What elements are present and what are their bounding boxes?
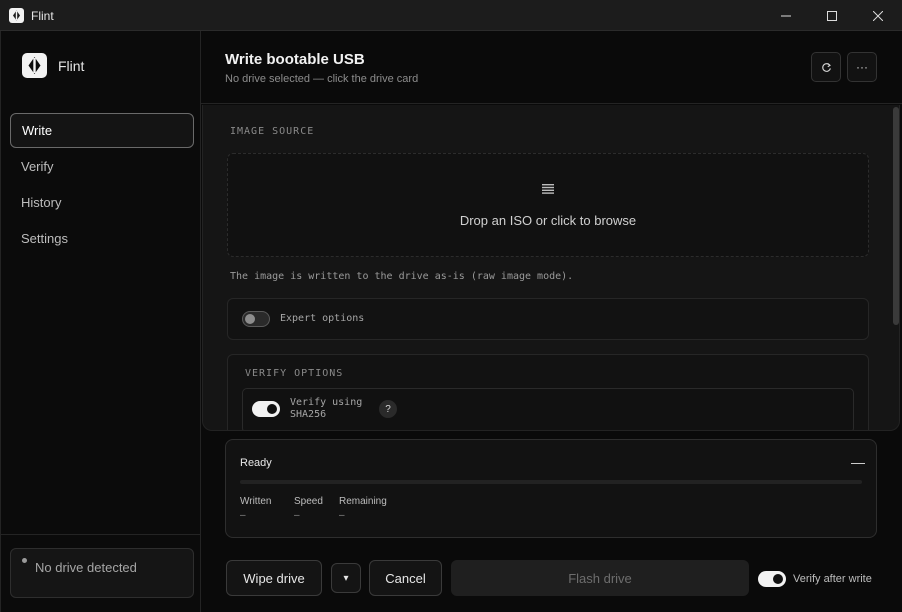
stat-value: – bbox=[240, 510, 246, 521]
verify-options-card: VERIFY OPTIONS Verify using SHA256 ? bbox=[227, 354, 869, 430]
brand-logo-icon bbox=[22, 53, 47, 78]
refresh-button[interactable] bbox=[811, 52, 841, 82]
stat-written: Written – bbox=[240, 496, 272, 521]
verify-sha-row: Verify using SHA256 ? bbox=[242, 388, 854, 430]
footer-actions: Wipe drive ▾ Cancel Flash drive Verify a… bbox=[201, 548, 902, 612]
sidebar-item-label: History bbox=[21, 195, 62, 210]
verify-sha-label-line1: Verify using bbox=[290, 397, 363, 408]
wipe-options-dropdown[interactable]: ▾ bbox=[331, 563, 361, 593]
sidebar-item-label: Settings bbox=[21, 231, 68, 246]
expert-options-label: Expert options bbox=[280, 313, 365, 324]
content-panel: IMAGE SOURCE Drop an ISO or click to bro… bbox=[202, 105, 900, 431]
drive-status-card[interactable]: No drive detected bbox=[10, 548, 194, 598]
sidebar-item-verify[interactable]: Verify bbox=[10, 149, 194, 184]
minimize-button[interactable] bbox=[763, 0, 809, 31]
verify-sha-label: Verify using SHA256 bbox=[290, 397, 380, 421]
refresh-icon bbox=[821, 62, 831, 72]
sidebar-divider bbox=[1, 534, 201, 535]
sidebar-item-history[interactable]: History bbox=[10, 185, 194, 220]
sidebar-item-label: Write bbox=[22, 123, 53, 138]
app-logo-icon bbox=[9, 8, 24, 23]
verify-after-write-label: Verify after write bbox=[793, 573, 872, 585]
verify-sha-label-line2: SHA256 bbox=[290, 409, 327, 420]
stat-label: Remaining bbox=[339, 496, 387, 507]
minimize-icon bbox=[781, 15, 791, 16]
flash-drive-button[interactable]: Flash drive bbox=[451, 560, 749, 596]
stat-speed: Speed – bbox=[294, 496, 323, 521]
verify-options-label: VERIFY OPTIONS bbox=[245, 368, 344, 379]
dropzone-text: Drop an ISO or click to browse bbox=[459, 213, 637, 228]
image-dropzone[interactable]: Drop an ISO or click to browse bbox=[227, 153, 869, 257]
stat-remaining: Remaining – bbox=[339, 496, 387, 521]
close-icon bbox=[873, 10, 883, 21]
toggle-knob bbox=[267, 404, 277, 414]
expert-options-card: Expert options bbox=[227, 298, 869, 340]
chevron-down-icon: ▾ bbox=[343, 572, 349, 584]
page-subtitle: No drive selected — click the drive card bbox=[225, 73, 419, 85]
expert-options-toggle[interactable] bbox=[242, 311, 270, 327]
maximize-icon bbox=[827, 10, 837, 21]
status-title: Ready bbox=[240, 457, 272, 469]
toggle-knob bbox=[773, 574, 783, 584]
close-button[interactable] bbox=[855, 0, 901, 31]
status-card: Ready — Written – Speed – Remaining – bbox=[225, 439, 877, 538]
sidebar: Flint Write Verify History Settings No d… bbox=[0, 31, 201, 612]
progress-bar bbox=[240, 480, 862, 484]
status-dot-icon bbox=[22, 558, 27, 563]
scrollbar-thumb[interactable] bbox=[893, 107, 899, 325]
toggle-knob bbox=[245, 314, 255, 324]
stat-value: – bbox=[339, 510, 345, 521]
sidebar-item-label: Verify bbox=[21, 159, 54, 174]
stat-label: Speed bbox=[294, 496, 323, 507]
list-icon bbox=[542, 184, 554, 194]
wipe-drive-button[interactable]: Wipe drive bbox=[226, 560, 322, 596]
help-icon[interactable]: ? bbox=[379, 400, 397, 418]
window-title: Flint bbox=[31, 9, 54, 23]
stat-value: – bbox=[294, 510, 300, 521]
verify-sha-toggle[interactable] bbox=[252, 401, 280, 417]
page-header: Write bootable USB No drive selected — c… bbox=[201, 31, 902, 104]
more-icon: ··· bbox=[856, 60, 868, 74]
more-button[interactable]: ··· bbox=[847, 52, 877, 82]
sidebar-item-settings[interactable]: Settings bbox=[10, 221, 194, 256]
drive-status-label: No drive detected bbox=[35, 560, 137, 575]
page-title: Write bootable USB bbox=[225, 51, 365, 68]
raw-mode-note: The image is written to the drive as-is … bbox=[230, 271, 574, 282]
stat-label: Written bbox=[240, 496, 272, 507]
verify-after-write-toggle[interactable] bbox=[758, 571, 786, 587]
maximize-button[interactable] bbox=[809, 0, 855, 31]
cancel-button[interactable]: Cancel bbox=[369, 560, 442, 596]
brand: Flint bbox=[22, 53, 84, 78]
brand-name: Flint bbox=[58, 57, 85, 74]
collapse-button[interactable]: — bbox=[851, 454, 865, 470]
sidebar-item-write[interactable]: Write bbox=[10, 113, 194, 148]
title-bar: Flint bbox=[0, 0, 902, 31]
image-source-label: IMAGE SOURCE bbox=[230, 126, 315, 137]
